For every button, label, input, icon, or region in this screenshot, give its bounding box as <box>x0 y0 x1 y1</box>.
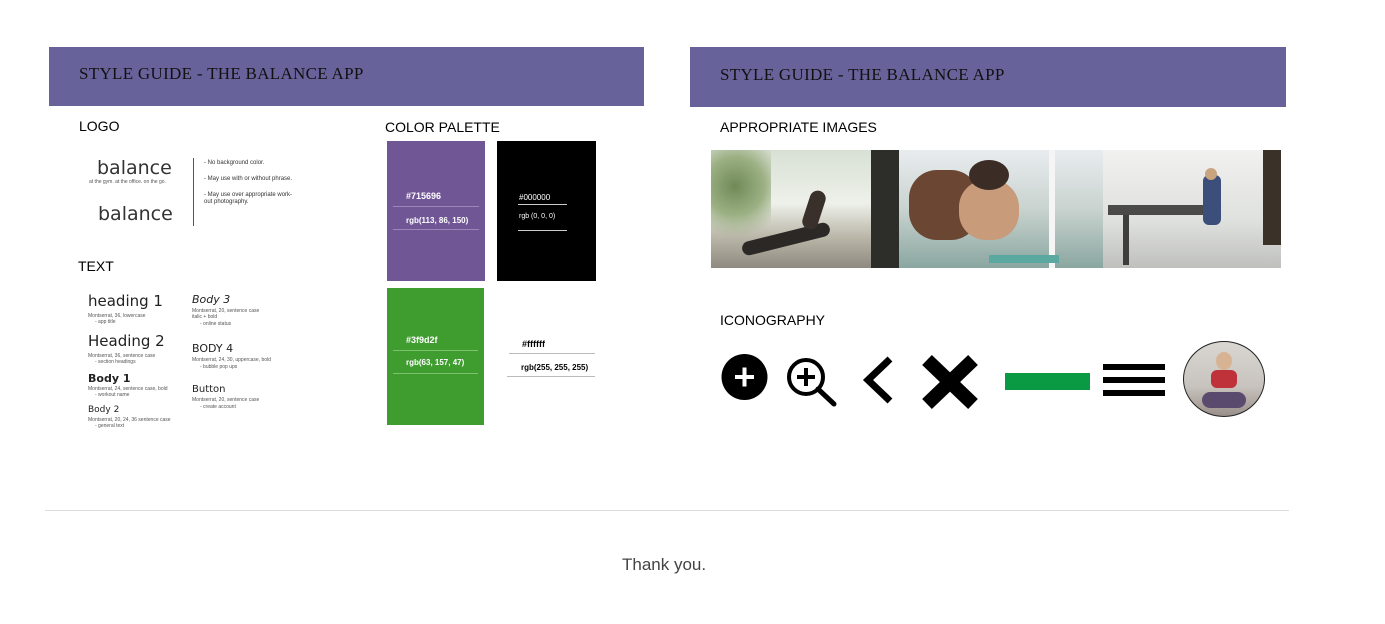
photo-group-stretch <box>899 150 1103 268</box>
right-card-title: STYLE GUIDE - THE BALANCE APP <box>720 65 1005 84</box>
logo-divider <box>193 158 194 226</box>
hamburger-line <box>1103 377 1165 383</box>
text-style-desc: - create account <box>200 404 236 410</box>
photo-person-head <box>1205 168 1217 180</box>
text-style-heading-2: Heading 2 <box>88 332 165 350</box>
close-x-icon <box>921 354 979 410</box>
hamburger-line <box>1103 364 1165 370</box>
text-style-body-3: Body 3 <box>192 293 231 306</box>
text-style-desc: - section headings <box>95 359 136 365</box>
logo-word-plain: balance <box>98 203 173 225</box>
logo-tagline: at the gym. at the office. on the go. <box>89 179 166 185</box>
logo-heading: LOGO <box>79 118 120 134</box>
text-style-body-1: Body 1 <box>88 372 131 385</box>
swatch-hex: #ffffff <box>522 339 545 349</box>
photo-figure-3 <box>969 160 1009 190</box>
hamburger-menu-icon <box>1103 364 1165 396</box>
text-style-desc: Montserrat, 24, 30, uppercase, bold <box>192 357 271 363</box>
swatch-line <box>507 376 595 377</box>
swatch-hex: #000000 <box>519 193 551 202</box>
text-style-desc: - workout name <box>95 392 130 398</box>
plus-circle-icon <box>721 354 768 400</box>
photo-yoga-cobra <box>711 150 899 268</box>
text-style-body-2: Body 2 <box>88 405 120 415</box>
text-style-desc: - general text <box>95 423 125 429</box>
text-heading: TEXT <box>78 258 114 274</box>
text-style-desc: - bubble pop ups <box>200 364 238 370</box>
logo-note-2: - May use with or without phrase. <box>204 176 293 182</box>
swatch-line <box>518 230 567 231</box>
photo-shelf <box>1263 150 1281 245</box>
chevron-left-icon <box>860 355 895 405</box>
zoom-in-icon <box>786 357 838 407</box>
swatch-hex: #3f9d2f <box>406 335 438 345</box>
swatch-rgb: rgb(113, 86, 150) <box>406 216 469 225</box>
photo-foliage <box>711 150 771 240</box>
swatch-purple: #715696 rgb(113, 86, 150) <box>387 141 485 281</box>
minus-bar-icon <box>1005 373 1090 390</box>
logo-note-3: - May use over appropriate work- <box>204 192 293 198</box>
swatch-line <box>509 353 595 354</box>
photo-desk-leg <box>1123 215 1129 265</box>
logo-note-4: out photography. <box>204 199 249 205</box>
avatar-figure-top <box>1211 370 1237 388</box>
photo-desk <box>1108 205 1203 215</box>
text-style-desc: - online status <box>200 321 232 327</box>
text-style-body-4: BODY 4 <box>192 342 234 355</box>
hamburger-line <box>1103 390 1165 396</box>
swatch-rgb: rgb(255, 255, 255) <box>521 363 589 372</box>
iconography-heading: ICONOGRAPHY <box>720 312 826 328</box>
images-heading: APPROPRIATE IMAGES <box>720 119 877 135</box>
left-card-title: STYLE GUIDE - THE BALANCE APP <box>79 64 364 83</box>
palette-heading: COLOR PALETTE <box>385 119 500 135</box>
swatch-line <box>518 204 567 205</box>
swatch-line <box>393 206 479 207</box>
avatar-figure-head <box>1216 352 1232 370</box>
swatch-line <box>393 229 479 230</box>
swatch-black: #000000 rgb (0, 0, 0) <box>497 141 596 281</box>
avatar-photo <box>1183 341 1265 417</box>
text-style-button: Button <box>192 384 226 395</box>
section-divider <box>45 510 1289 511</box>
avatar-figure-legs <box>1202 392 1246 408</box>
swatch-line <box>393 350 478 351</box>
photo-person <box>1203 175 1221 225</box>
swatch-rgb: rgb (0, 0, 0) <box>519 213 556 220</box>
photo-window-frame <box>1049 150 1055 268</box>
text-style-desc: - app title <box>95 319 116 325</box>
text-style-desc: italic + bold <box>192 314 218 320</box>
photo-mat <box>989 255 1059 263</box>
text-style-desc: Montserrat, 20, sentence case <box>192 397 260 403</box>
photo-office-seated <box>1103 150 1281 268</box>
logo-word-with-tagline: balance <box>97 157 172 179</box>
swatch-rgb: rgb(63, 157, 47) <box>406 358 465 367</box>
thank-you-text: Thank you. <box>622 555 707 574</box>
swatch-green: #3f9d2f rgb(63, 157, 47) <box>387 288 484 425</box>
logo-note-1: - No background color. <box>204 160 265 166</box>
swatch-line <box>393 373 478 374</box>
swatch-white: #ffffff rgb(255, 255, 255) <box>507 330 597 382</box>
swatch-hex: #715696 <box>406 191 442 201</box>
photo-window <box>871 150 899 268</box>
text-style-heading-1: heading 1 <box>88 292 163 310</box>
